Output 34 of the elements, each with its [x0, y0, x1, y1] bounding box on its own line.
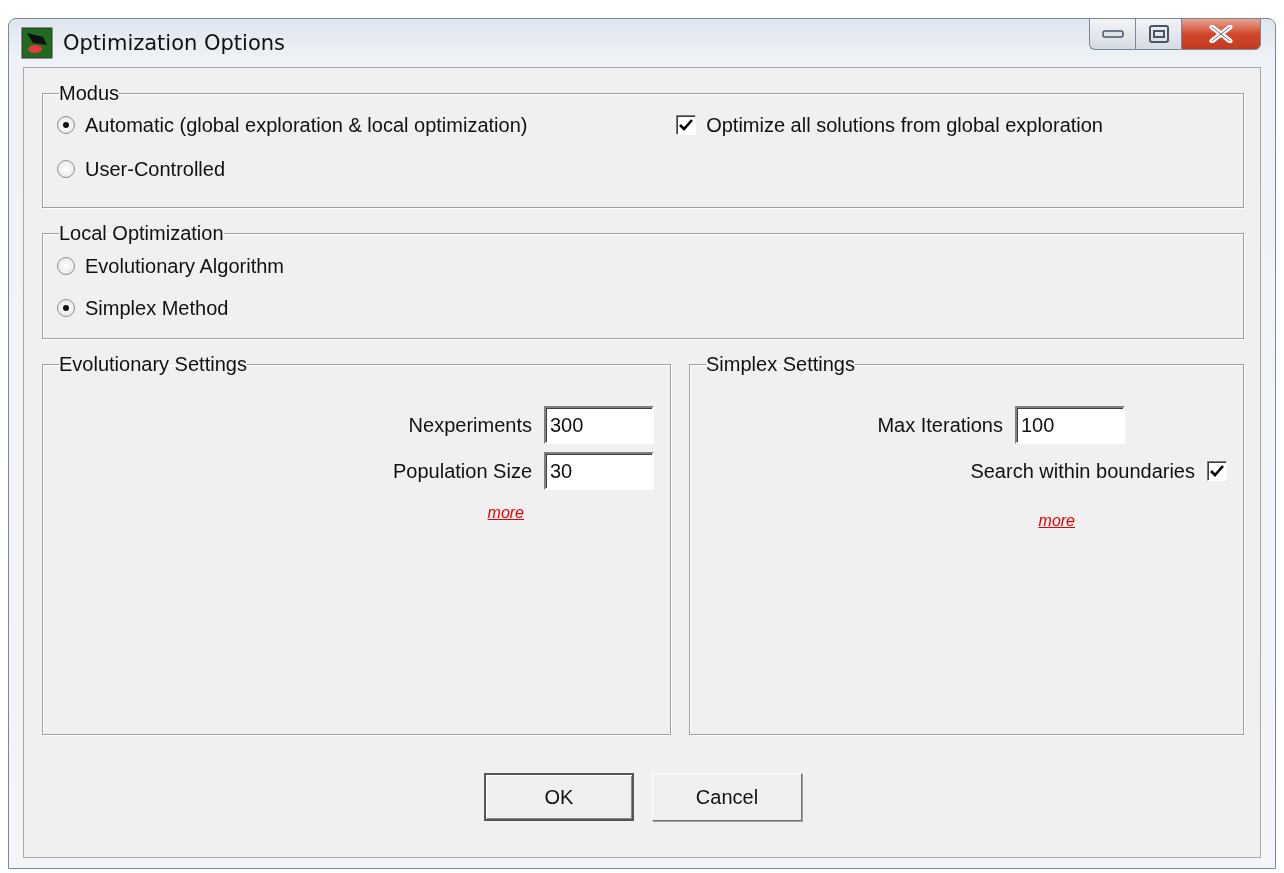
input-field[interactable]: 300	[544, 406, 654, 444]
group-label: Local Optimization	[59, 222, 224, 245]
checkbox[interactable]	[1207, 461, 1227, 481]
dialog-button[interactable]: OK	[484, 773, 634, 821]
dialog-button[interactable]: Cancel	[652, 773, 802, 821]
group-label: Evolutionary Settings	[59, 353, 247, 376]
group-label: Simplex Settings	[706, 353, 855, 376]
input-field[interactable]: 30	[544, 452, 654, 490]
radio-label: Evolutionary Algorithm	[85, 254, 284, 278]
checkbox-label: Optimize all solutions from global exploration	[706, 113, 1103, 137]
radio-button[interactable]	[57, 116, 75, 134]
app-icon	[21, 27, 53, 59]
more-link[interactable]: more	[1038, 512, 1075, 530]
radio-button[interactable]	[57, 257, 75, 275]
field-label: Population Size	[393, 459, 532, 483]
checkbox-label: Search within boundaries	[970, 459, 1195, 483]
more-link[interactable]: more	[487, 504, 524, 522]
radio-button[interactable]	[57, 160, 75, 178]
radio-label: Simplex Method	[85, 296, 229, 320]
maximize-button[interactable]	[1135, 18, 1181, 50]
close-button[interactable]	[1181, 18, 1261, 50]
minimize-button[interactable]	[1089, 18, 1135, 50]
checkbox[interactable]	[676, 115, 697, 135]
maximize-icon	[1148, 25, 1169, 43]
radio-label: User-Controlled	[85, 157, 226, 181]
window-title: Optimization Options	[63, 31, 286, 55]
minimize-icon	[1101, 29, 1124, 39]
field-label: Nexperiments	[408, 413, 532, 437]
close-icon	[1208, 25, 1234, 43]
field-label: Max Iterations	[877, 413, 1003, 437]
input-field[interactable]: 100	[1015, 406, 1125, 444]
group-label: Modus	[59, 82, 120, 105]
radio-button[interactable]	[57, 299, 75, 317]
radio-label: Automatic (global exploration & local optimization)	[85, 113, 528, 137]
